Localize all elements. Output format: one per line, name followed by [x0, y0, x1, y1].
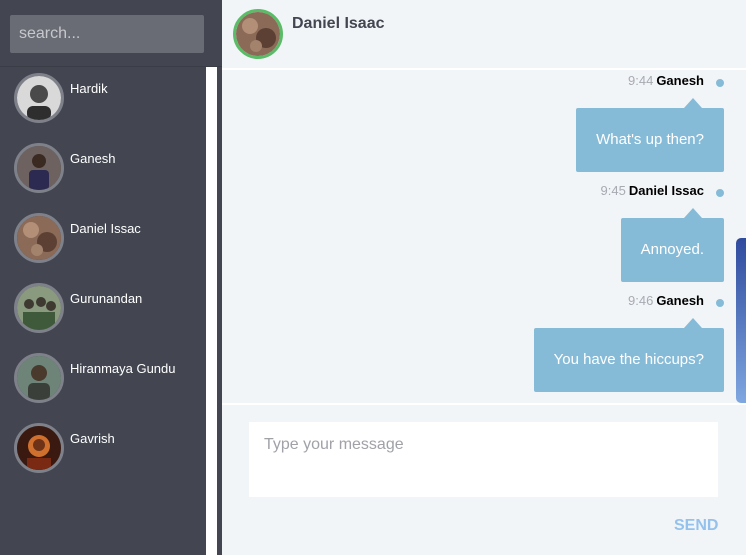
message-time: 9:45: [600, 183, 626, 198]
contact-item[interactable]: Hardik: [0, 67, 206, 137]
message-time: 9:46: [628, 293, 654, 308]
chat-contact-name: Daniel Isaac: [292, 15, 385, 32]
header-avatar[interactable]: [233, 9, 283, 59]
message-meta: 9:46 Ganesh: [628, 293, 704, 308]
contact-item[interactable]: Ganesh: [0, 137, 206, 207]
contact-item[interactable]: Gavrish: [0, 417, 206, 487]
message-list: 9:44 Ganesh What's up then? 9:45 Daniel Is…: [222, 72, 746, 403]
contact-avatar: [14, 213, 64, 263]
contact-item[interactable]: Daniel Issac: [0, 207, 206, 277]
contact-avatar: [14, 353, 64, 403]
contact-name: Hardik: [70, 81, 108, 96]
message-input[interactable]: [249, 422, 718, 497]
message-sender: Ganesh: [656, 293, 704, 308]
chat-panel: Daniel Isaac 9:44 Ganesh What's up then? …: [222, 0, 746, 555]
send-button[interactable]: SEND: [674, 517, 718, 535]
message-meta: 9:44 Ganesh: [628, 73, 704, 88]
message-sender: Ganesh: [656, 73, 704, 88]
contact-avatar: [14, 143, 64, 193]
chat-scrollbar[interactable]: [736, 238, 746, 403]
contact-item[interactable]: Hiranmaya Gundu: [0, 347, 206, 417]
contact-name: Daniel Issac: [70, 221, 141, 236]
search-input[interactable]: [10, 15, 204, 53]
message-meta: 9:45 Daniel Issac: [601, 183, 704, 198]
message-bubble: You have the hiccups?: [533, 318, 724, 392]
sidebar-scrollbar[interactable]: [206, 67, 217, 555]
contact-list: Hardik Ganesh Daniel Issac Gurunandan Hi…: [0, 67, 206, 555]
message-time: 9:44: [628, 73, 654, 88]
status-dot: [716, 189, 724, 197]
contact-name: Gavrish: [70, 431, 115, 446]
message-bubble: What's up then?: [576, 98, 724, 172]
sidebar: Hardik Ganesh Daniel Issac Gurunandan Hi…: [0, 0, 222, 555]
message-bubble: Annoyed.: [620, 208, 724, 282]
status-dot: [716, 79, 724, 87]
contact-avatar: [14, 283, 64, 333]
contact-name: Gurunandan: [70, 291, 143, 306]
chat-header: Daniel Isaac: [222, 0, 746, 70]
contact-avatar: [14, 73, 64, 123]
contact-name: Ganesh: [70, 151, 116, 166]
search-box[interactable]: [10, 15, 204, 53]
composer-divider: [222, 403, 746, 405]
contact-avatar: [14, 423, 64, 473]
message-sender: Daniel Issac: [628, 183, 704, 198]
contact-item[interactable]: Gurunandan: [0, 277, 206, 347]
contact-name: Hiranmaya Gundu: [70, 361, 176, 376]
status-dot: [716, 299, 724, 307]
